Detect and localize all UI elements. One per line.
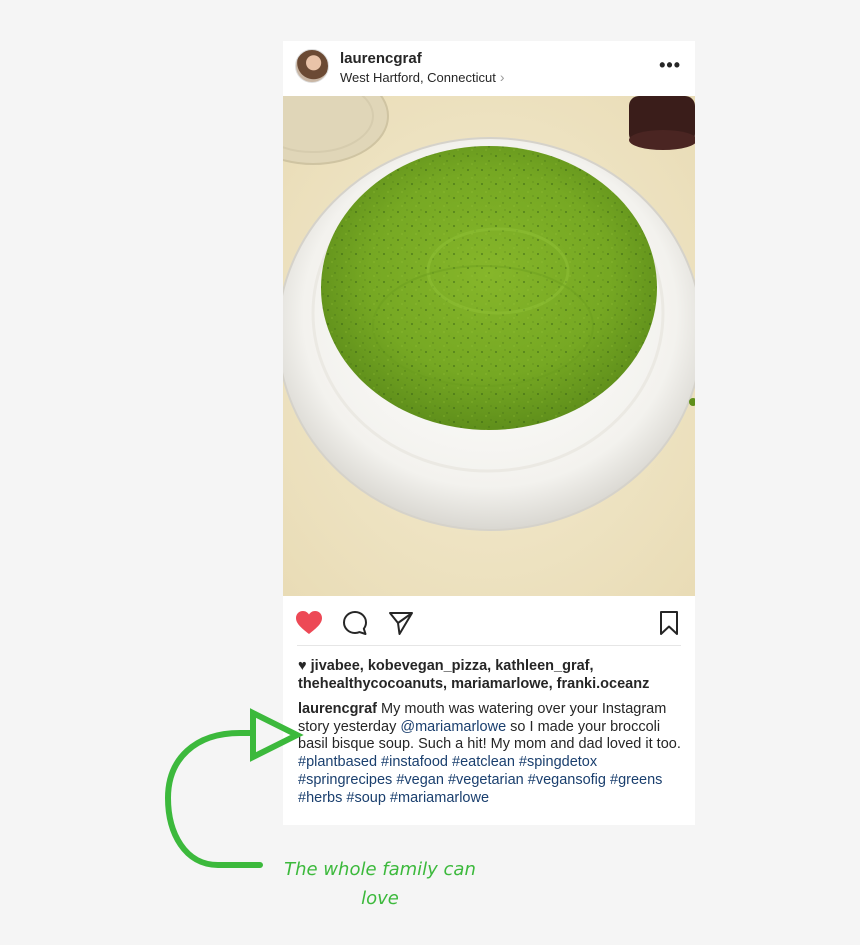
hashtag-link[interactable]: #soup (346, 790, 386, 806)
ellipsis-icon[interactable]: ••• (659, 55, 681, 76)
instagram-post: laurencgraf West Hartford, Connecticut ›… (283, 41, 695, 825)
likes-summary[interactable]: ♥ jivabee, kobevegan_pizza, kathleen_gra… (298, 657, 688, 693)
location-label: West Hartford, Connecticut (340, 69, 496, 85)
hashtag-link[interactable]: #greens (610, 772, 662, 788)
likes-line-2: thehealthycocoanuts, mariamarlowe, frank… (298, 676, 650, 692)
action-bar (283, 604, 695, 644)
annotation-text: The whole family can love (270, 855, 490, 913)
divider (297, 645, 681, 646)
hashtag-link[interactable]: #instafood (381, 754, 448, 770)
likes-line-1: jivabee, kobevegan_pizza, kathleen_graf, (310, 658, 594, 674)
curved-arrow-annotation (164, 708, 304, 868)
location[interactable]: West Hartford, Connecticut › (340, 69, 505, 85)
chevron-right-icon: › (499, 69, 505, 85)
bookmark-icon[interactable] (659, 610, 679, 641)
post-header: laurencgraf West Hartford, Connecticut ›… (283, 41, 695, 95)
username[interactable]: laurencgraf (340, 50, 422, 67)
post-photo[interactable] (283, 96, 695, 596)
soup-photo-image (283, 96, 695, 596)
hashtag-link[interactable]: #springrecipes (298, 772, 392, 788)
hashtag-link[interactable]: #mariamarlowe (390, 790, 489, 806)
annotation-line-2: love (361, 888, 399, 909)
hashtag-link[interactable]: #vegan (396, 772, 444, 788)
paper-plane-icon[interactable] (388, 610, 414, 641)
heart-filled-icon[interactable] (295, 610, 323, 641)
avatar[interactable] (295, 49, 329, 83)
small-heart-icon: ♥ (298, 658, 307, 674)
comment-icon[interactable] (342, 610, 368, 641)
mention-link[interactable]: @mariamarlowe (400, 719, 506, 735)
hashtag-link[interactable]: #eatclean (452, 754, 515, 770)
annotation-line-1: The whole family can (284, 859, 476, 880)
hashtag-link[interactable]: #vegetarian (448, 772, 524, 788)
hashtag-link[interactable]: #vegansofig (528, 772, 606, 788)
caption: laurencgraf My mouth was watering over y… (298, 701, 688, 807)
hashtag-link[interactable]: #spingdetox (519, 754, 597, 770)
